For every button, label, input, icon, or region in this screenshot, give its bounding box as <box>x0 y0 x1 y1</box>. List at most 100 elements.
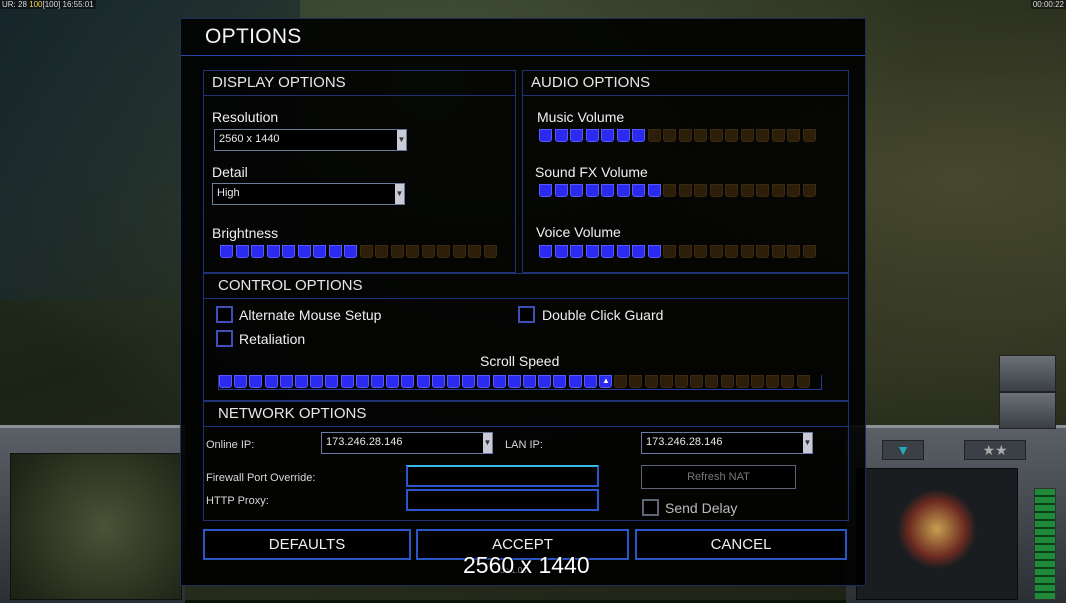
slider-segment <box>663 245 676 258</box>
slider-segment <box>539 184 552 197</box>
alternate-mouse-checkbox[interactable] <box>216 306 233 323</box>
unit-build-button[interactable] <box>999 355 1056 392</box>
slider-segment <box>401 375 415 388</box>
slider-segment <box>251 245 264 258</box>
slider-segment <box>553 375 567 388</box>
slider-segment <box>694 245 707 258</box>
slider-segment <box>771 184 785 197</box>
slider-segment <box>313 245 326 258</box>
online-ip-value: 173.246.28.146 <box>326 436 403 448</box>
slider-segment <box>709 129 723 142</box>
music-volume-slider[interactable] <box>539 129 819 143</box>
double-click-guard-checkbox[interactable] <box>518 306 535 323</box>
unit-build-button[interactable] <box>999 392 1056 429</box>
slider-segment <box>477 375 491 388</box>
slider-segment <box>437 245 450 258</box>
slider-segment <box>678 184 692 197</box>
slider-segment <box>235 245 249 258</box>
slider-segment <box>266 245 280 258</box>
lan-ip-value: 173.246.28.146 <box>646 436 723 448</box>
network-options-title: NETWORK OPTIONS <box>204 402 848 427</box>
slider-segment <box>725 184 738 197</box>
http-proxy-input[interactable] <box>406 489 599 511</box>
lan-ip-dropdown[interactable]: 173.246.28.146 ▼ <box>641 432 813 454</box>
slider-thumb-icon[interactable]: ▲ <box>602 376 610 385</box>
slider-segment <box>720 375 734 388</box>
slider-segment <box>554 129 568 142</box>
power-meter <box>1034 488 1056 600</box>
display-options-title: DISPLAY OPTIONS <box>204 71 515 96</box>
chevron-down-icon[interactable]: ▼ <box>397 130 406 150</box>
scroll-speed-slider[interactable]: ▲ <box>218 375 822 390</box>
retaliation-label: Retaliation <box>239 331 306 347</box>
slider-segment <box>447 375 460 388</box>
slider-segment <box>802 245 816 258</box>
slider-segment <box>507 375 521 388</box>
online-ip-dropdown[interactable]: 173.246.28.146 ▼ <box>321 432 493 454</box>
slider-segment <box>585 245 599 258</box>
slider-segment <box>740 184 754 197</box>
firewall-port-input[interactable] <box>406 465 599 487</box>
chevron-down-icon[interactable]: ▼ <box>882 440 924 460</box>
voice-volume-slider[interactable] <box>539 245 819 259</box>
slider-segment <box>675 375 688 388</box>
slider-segment <box>249 375 263 388</box>
sfx-volume-label: Sound FX Volume <box>535 164 648 180</box>
slider-segment <box>310 375 324 388</box>
send-delay-label: Send Delay <box>665 500 738 516</box>
music-volume-label: Music Volume <box>537 109 625 125</box>
control-options-title: CONTROL OPTIONS <box>204 274 848 299</box>
slider-segment <box>219 375 232 388</box>
slider-segment <box>781 375 795 388</box>
chevron-down-icon[interactable]: ▼ <box>483 433 492 453</box>
slider-segment <box>616 184 630 197</box>
slider-segment <box>725 245 738 258</box>
slider-segment <box>614 375 628 388</box>
slider-segment <box>390 245 404 258</box>
minimap[interactable] <box>10 453 182 600</box>
top-right-timer: 00:00:22 <box>1030 0 1066 9</box>
slider-segment <box>740 129 754 142</box>
slider-segment <box>756 245 769 258</box>
slider-segment <box>220 245 233 258</box>
scroll-speed-label: Scroll Speed <box>480 353 560 369</box>
faction-emblem-icon <box>897 489 977 569</box>
slider-segment <box>297 245 311 258</box>
top-left-status: UR: 28 100[100] 16:55:01 <box>0 0 96 9</box>
slider-segment <box>663 129 676 142</box>
dialog-title: OPTIONS <box>205 25 302 48</box>
display-options-panel: DISPLAY OPTIONS Resolution 2560 x 1440 ▼… <box>203 70 516 273</box>
retaliation-checkbox[interactable] <box>216 330 233 347</box>
sfx-volume-slider[interactable] <box>539 184 819 198</box>
hud-left-panel <box>0 425 185 603</box>
slider-segment <box>771 245 785 258</box>
chevron-down-icon[interactable]: ▼ <box>395 184 404 204</box>
detail-value: High <box>217 187 240 199</box>
audio-options-title: AUDIO OPTIONS <box>523 71 848 96</box>
slider-segment <box>647 129 661 142</box>
slider-segment <box>406 245 419 258</box>
slider-segment <box>632 245 645 258</box>
star-rank-icon[interactable]: ★★ <box>964 440 1026 460</box>
refresh-nat-button[interactable]: Refresh NAT <box>641 465 796 489</box>
brightness-slider[interactable] <box>220 245 500 259</box>
online-ip-label: Online IP: <box>206 439 255 451</box>
slider-segment <box>690 375 704 388</box>
slider-segment <box>756 129 769 142</box>
slider-segment <box>282 245 295 258</box>
defaults-button[interactable]: DEFAULTS <box>203 529 411 560</box>
slider-segment <box>325 375 339 388</box>
cancel-button[interactable]: CANCEL <box>635 529 847 560</box>
detail-dropdown[interactable]: High ▼ <box>212 183 405 205</box>
send-delay-checkbox[interactable] <box>642 499 659 516</box>
slider-segment <box>371 375 384 388</box>
slider-segment <box>344 245 357 258</box>
chevron-down-icon[interactable]: ▼ <box>803 433 812 453</box>
command-panel <box>856 468 1018 600</box>
slider-segment <box>468 245 481 258</box>
slider-segment <box>570 129 583 142</box>
lan-ip-label: LAN IP: <box>505 439 543 451</box>
slider-segment <box>234 375 248 388</box>
resolution-dropdown[interactable]: 2560 x 1440 ▼ <box>214 129 407 151</box>
slider-segment <box>539 129 552 142</box>
